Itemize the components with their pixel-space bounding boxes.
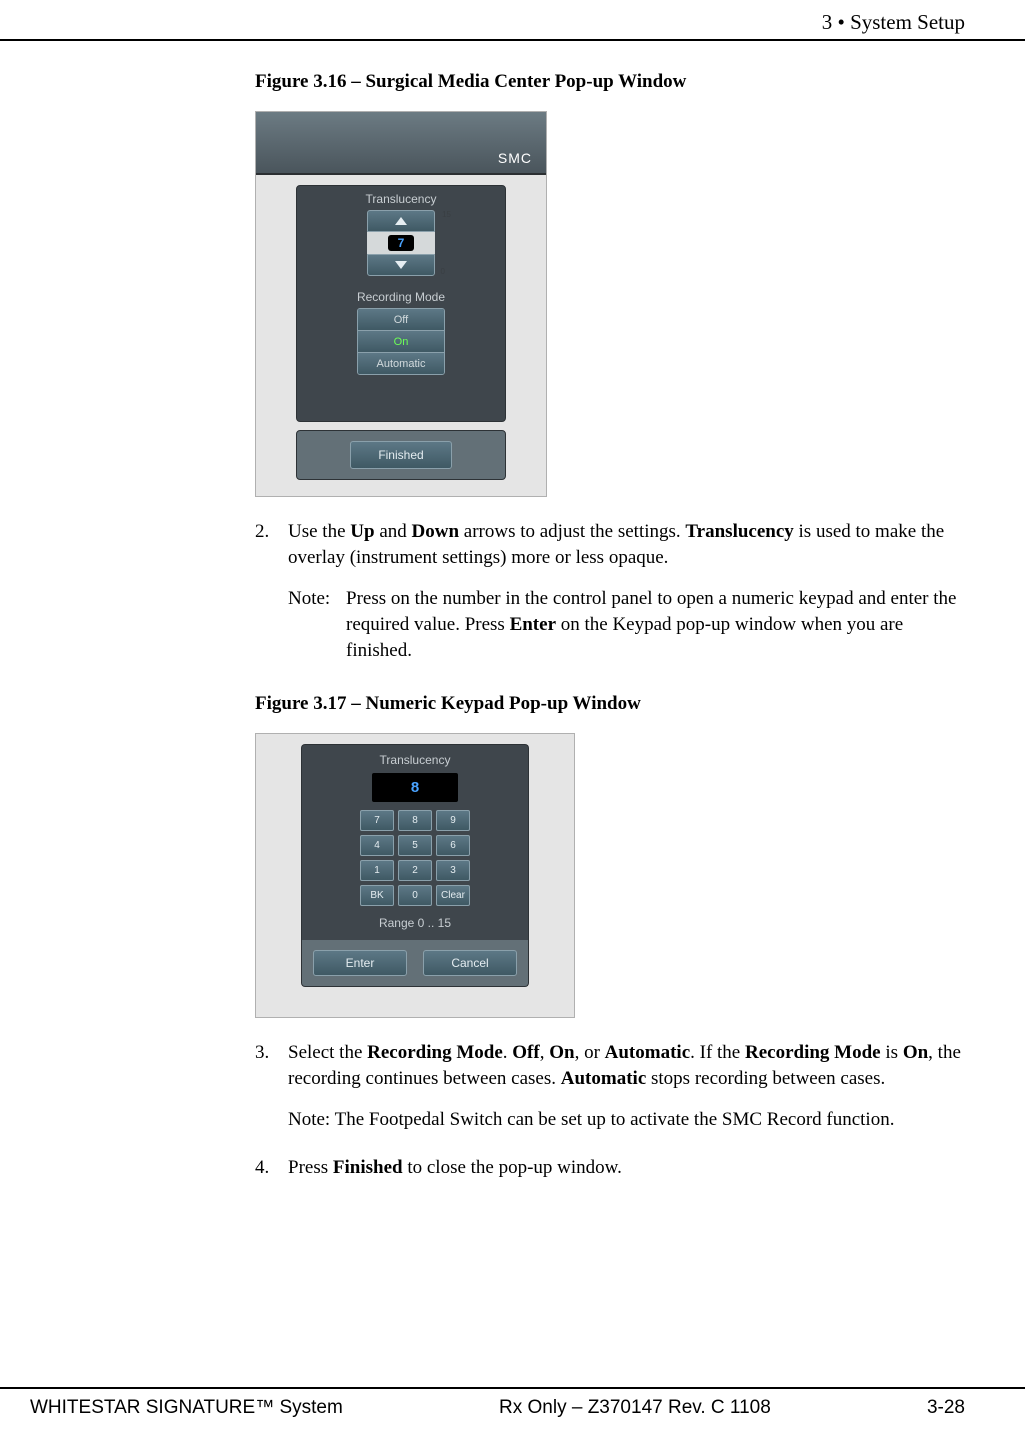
finished-button[interactable]: Finished	[350, 441, 452, 469]
keypad-display[interactable]: 8	[372, 773, 458, 802]
key-clear[interactable]: Clear	[436, 885, 470, 906]
t: Use the	[288, 521, 350, 542]
t: Automatic	[605, 1042, 690, 1063]
keypad-grid: 7 8 9 4 5 6 1 2 3 BK 0 Clear	[360, 810, 470, 906]
smc-title: SMC	[498, 150, 532, 166]
key-6[interactable]: 6	[436, 835, 470, 856]
arrow-up-icon	[395, 217, 407, 225]
key-1[interactable]: 1	[360, 860, 394, 881]
t: Enter	[510, 614, 556, 635]
page-footer: WHITESTAR SIGNATURE™ System Rx Only – Z3…	[0, 1387, 1025, 1419]
step-2: 2. Use the Up and Down arrows to adjust …	[255, 519, 965, 663]
translucency-up-button[interactable]	[367, 210, 435, 232]
translucency-down-button[interactable]	[367, 254, 435, 276]
page-header: 3 • System Setup	[0, 0, 1025, 41]
figure-317-caption: Figure 3.17 – Numeric Keypad Pop-up Wind…	[255, 693, 965, 715]
step-3-note: Note: The Footpedal Switch can be set up…	[288, 1107, 965, 1133]
key-5[interactable]: 5	[398, 835, 432, 856]
recording-mode-options: Off On Automatic	[357, 308, 445, 375]
footer-right: 3-28	[927, 1397, 965, 1419]
keypad-panel: Translucency 8 7 8 9 4 5 6 1 2 3 BK 0 Cl…	[301, 744, 529, 940]
footer-mid: Rx Only – Z370147 Rev. C 1108	[499, 1397, 771, 1419]
keypad-action-bar: Enter Cancel	[301, 940, 529, 987]
t: Off	[512, 1042, 539, 1063]
t: .	[503, 1042, 513, 1063]
t: Translucency	[685, 521, 793, 542]
translucency-spinner: 15 7 0	[367, 210, 435, 276]
translucency-value: 7	[388, 235, 415, 251]
t: Finished	[333, 1157, 403, 1178]
translucency-max: 15	[442, 210, 451, 219]
step-3-body: Select the Recording Mode. Off, On, or A…	[288, 1040, 965, 1133]
smc-titlebar: SMC	[256, 112, 546, 175]
cancel-button[interactable]: Cancel	[423, 950, 517, 976]
key-bk[interactable]: BK	[360, 885, 394, 906]
t: . If the	[690, 1042, 745, 1063]
t: Recording Mode	[367, 1042, 503, 1063]
step-2-note: Note: Press on the number in the control…	[288, 586, 965, 663]
keypad-title: Translucency	[380, 753, 451, 767]
t: On	[903, 1042, 928, 1063]
t: Up	[350, 521, 374, 542]
t: is	[881, 1042, 903, 1063]
figure-316-caption: Figure 3.16 – Surgical Media Center Pop-…	[255, 71, 965, 93]
step-2-number: 2.	[255, 519, 288, 663]
t: , or	[575, 1042, 605, 1063]
t: to close the pop-up window.	[403, 1157, 622, 1178]
t: On	[549, 1042, 574, 1063]
t: Automatic	[561, 1068, 646, 1089]
translucency-min: 0	[441, 267, 445, 276]
step-4: 4. Press Finished to close the pop-up wi…	[255, 1155, 965, 1181]
keypad-range: Range 0 .. 15	[379, 916, 451, 930]
recording-mode-label: Recording Mode	[357, 290, 445, 304]
key-2[interactable]: 2	[398, 860, 432, 881]
enter-button[interactable]: Enter	[313, 950, 407, 976]
step-3: 3. Select the Recording Mode. Off, On, o…	[255, 1040, 965, 1133]
key-0[interactable]: 0	[398, 885, 432, 906]
key-8[interactable]: 8	[398, 810, 432, 831]
note-body: Press on the number in the control panel…	[346, 586, 965, 663]
recording-off-button[interactable]: Off	[358, 309, 444, 330]
t: Press	[288, 1157, 333, 1178]
step-3-number: 3.	[255, 1040, 288, 1133]
key-7[interactable]: 7	[360, 810, 394, 831]
smc-popup: SMC Translucency 15 7 0 Recording Mode O…	[255, 111, 547, 497]
recording-automatic-button[interactable]: Automatic	[358, 352, 444, 374]
t: Select the	[288, 1042, 367, 1063]
translucency-value-field[interactable]: 7	[367, 232, 435, 254]
note-label: Note:	[288, 586, 346, 663]
t: and	[375, 521, 412, 542]
step-2-body: Use the Up and Down arrows to adjust the…	[288, 519, 965, 663]
t: Recording Mode	[745, 1042, 881, 1063]
t: arrows to adjust the settings.	[459, 521, 685, 542]
recording-on-button[interactable]: On	[358, 330, 444, 352]
key-4[interactable]: 4	[360, 835, 394, 856]
keypad-popup: Translucency 8 7 8 9 4 5 6 1 2 3 BK 0 Cl…	[255, 733, 575, 1018]
smc-action-bar: Finished	[296, 430, 506, 480]
translucency-label: Translucency	[366, 192, 437, 206]
arrow-down-icon	[395, 261, 407, 269]
key-3[interactable]: 3	[436, 860, 470, 881]
smc-panel: Translucency 15 7 0 Recording Mode Off O…	[296, 185, 506, 422]
t: stops recording between cases.	[646, 1068, 885, 1089]
key-9[interactable]: 9	[436, 810, 470, 831]
footer-left: WHITESTAR SIGNATURE™ System	[30, 1397, 343, 1419]
step-4-body: Press Finished to close the pop-up windo…	[288, 1155, 965, 1181]
t: ,	[540, 1042, 550, 1063]
t: Down	[412, 521, 460, 542]
step-4-number: 4.	[255, 1155, 288, 1181]
